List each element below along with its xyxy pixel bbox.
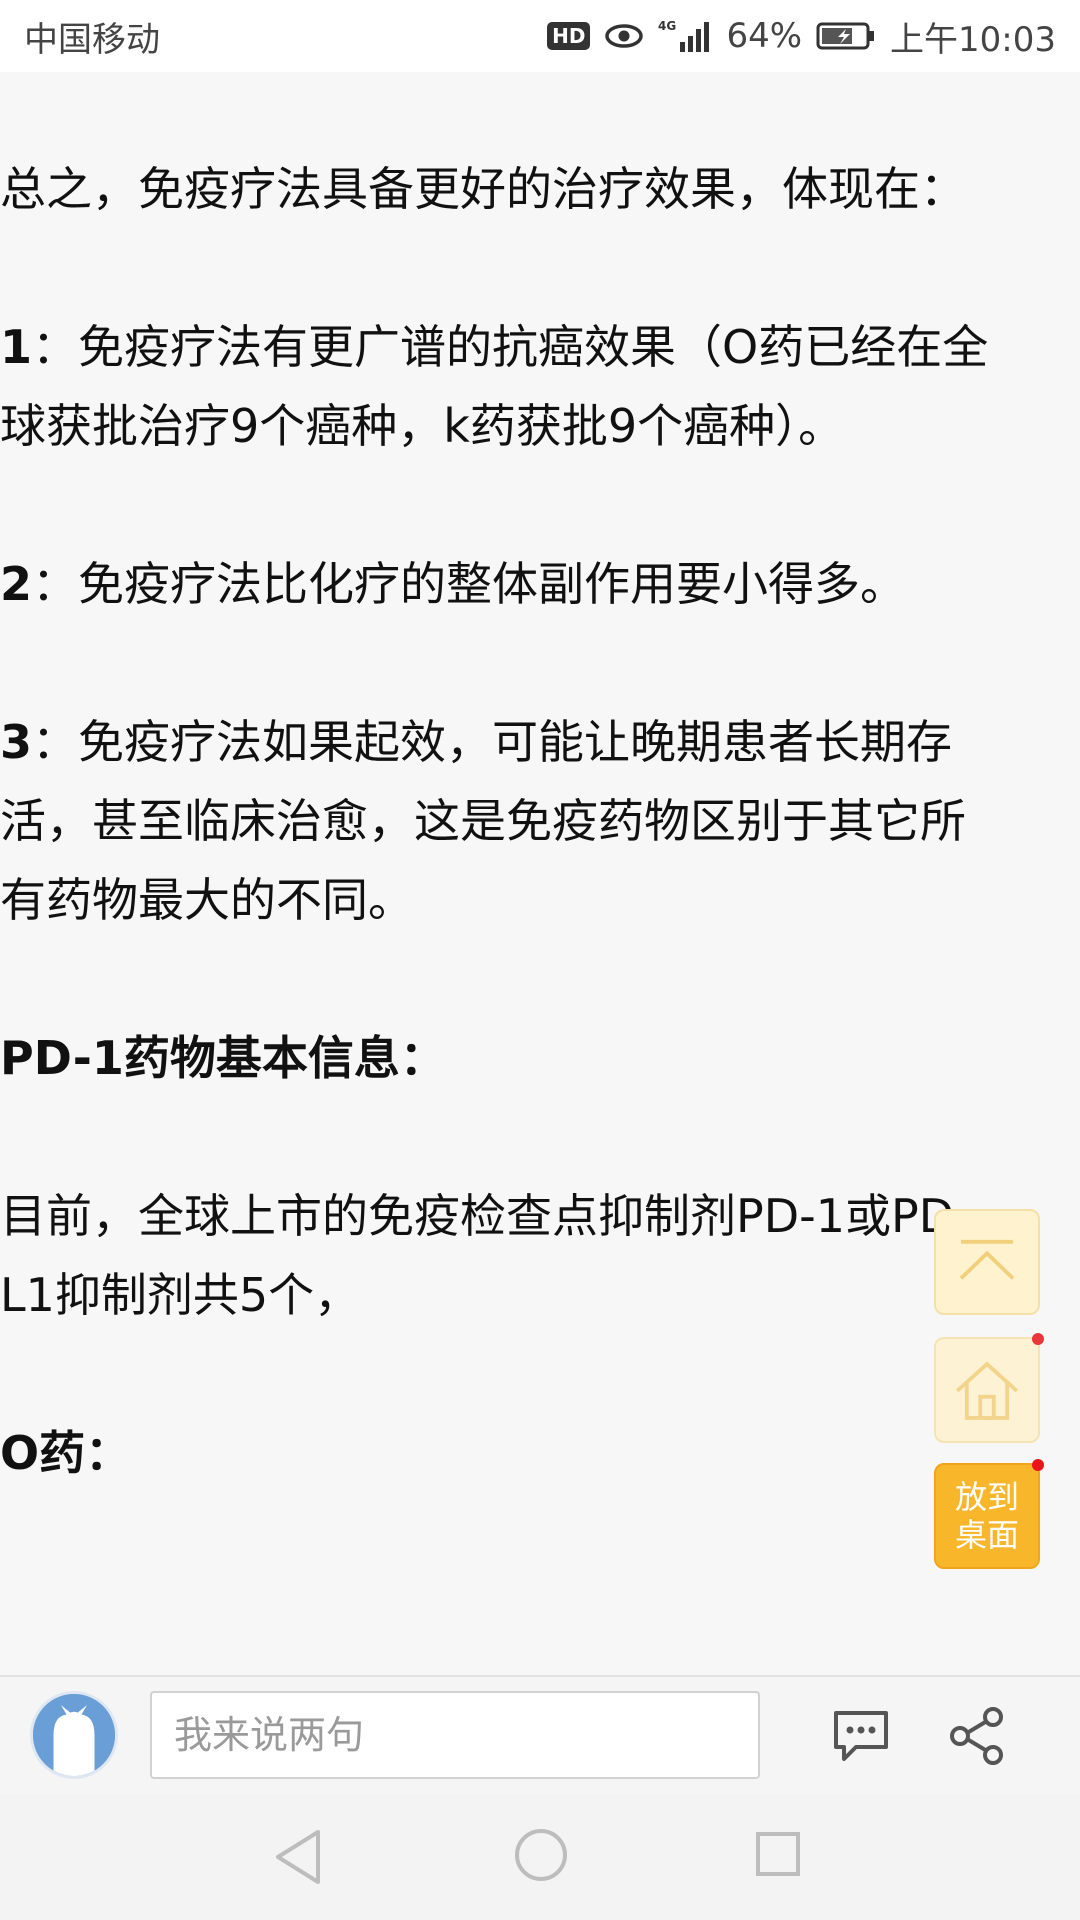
add-to-desktop-button[interactable]: 放到 桌面 — [934, 1459, 1044, 1569]
point-number: 1 — [0, 320, 33, 374]
back-icon[interactable] — [272, 1828, 324, 1886]
eye-icon — [605, 24, 644, 48]
status-bar: 中国移动 HD 4G 64% 上午10:03 — [0, 0, 1080, 72]
back-to-top-icon — [959, 1239, 1015, 1280]
avatar[interactable] — [30, 1691, 118, 1779]
home-circle-icon[interactable] — [513, 1827, 569, 1883]
notification-dot — [1032, 1333, 1044, 1345]
point-text: 免疫疗法比化疗的整体副作用要小得多。 — [78, 557, 907, 611]
article-point-1: 1：免疫疗法有更广谱的抗癌效果（O药已经在全球获批治疗9个癌种，k药获批9个癌种… — [0, 308, 1000, 466]
article-paragraph: 目前，全球上市的免疫检查点抑制剂PD-1或PD-L1抑制剂共5个， — [0, 1189, 971, 1322]
back-to-top-button[interactable] — [934, 1209, 1040, 1315]
desk-label-line2: 桌面 — [954, 1516, 1019, 1554]
point-separator: ： — [32, 557, 79, 611]
article-point-3: 3：免疫疗法如果起效，可能让晚期患者长期存活，甚至临床治愈，这是免疫药物区别于其… — [0, 703, 1000, 940]
system-nav-bar — [0, 1793, 1080, 1920]
article-body: 总之，免疫疗法具备更好的治疗效果，体现在： 1：免疫疗法有更广谱的抗癌效果（O药… — [0, 150, 1000, 1493]
article-point-2: 2：免疫疗法比化疗的整体副作用要小得多。 — [0, 545, 1000, 624]
section-heading: PD-1药物基本信息： — [0, 1031, 446, 1085]
point-text: 免疫疗法有更广谱的抗癌效果（O药已经在全球获批治疗9个癌种，k药获批9个癌种）。 — [0, 320, 989, 453]
battery-percent: 64% — [726, 16, 803, 56]
comment-input[interactable]: 我来说两句 — [150, 1691, 760, 1779]
clock-time: 上午10:03 — [890, 19, 1056, 60]
point-separator: ： — [32, 320, 79, 374]
signal-icon: 4G — [658, 19, 710, 52]
point-separator: ： — [32, 715, 79, 769]
point-number: 3 — [0, 715, 33, 769]
comment-icon[interactable] — [830, 1707, 892, 1765]
next-section-heading: O药： — [0, 1426, 132, 1480]
recent-apps-icon[interactable] — [754, 1830, 802, 1878]
point-text: 免疫疗法如果起效，可能让晚期患者长期存活，甚至临床治愈，这是免疫药物区别于其它所… — [0, 715, 966, 927]
network-label: 4G — [658, 19, 676, 33]
avatar-icon — [33, 1694, 115, 1776]
home-button[interactable] — [934, 1333, 1044, 1443]
home-icon — [955, 1361, 1019, 1420]
status-icons: HD 4G 64% 上午10:03 — [547, 12, 1056, 61]
battery-charging-icon — [816, 22, 875, 50]
hd-icon: HD — [547, 22, 591, 50]
comment-bar: 我来说两句 — [0, 1675, 1080, 1793]
point-number: 2 — [0, 557, 33, 611]
share-icon[interactable] — [946, 1705, 1008, 1767]
notification-dot — [1032, 1459, 1044, 1471]
article-intro: 总之，免疫疗法具备更好的治疗效果，体现在： — [0, 162, 966, 216]
carrier-name: 中国移动 — [24, 19, 160, 60]
desk-label-line1: 放到 — [954, 1478, 1019, 1516]
